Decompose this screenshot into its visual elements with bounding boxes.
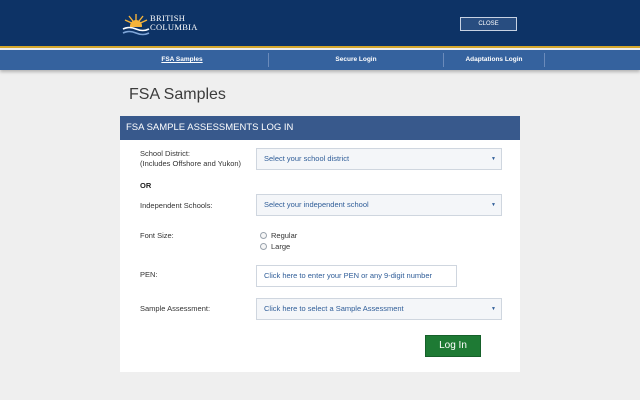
nav-item-secure-login[interactable]: Secure Login [269, 50, 443, 70]
font-size-label: Font Size: [140, 231, 174, 240]
sample-assessment-label: Sample Assessment: [140, 304, 211, 313]
font-size-regular-label: Regular [271, 231, 298, 240]
bc-logo: BRITISH COLUMBIA [122, 12, 206, 38]
font-size-regular-option[interactable]: Regular [260, 231, 297, 240]
school-district-label-line-2: (Includes Offshore and Yukon) [140, 159, 242, 168]
chevron-down-icon: ▼ [491, 156, 496, 162]
or-label: OR [140, 181, 152, 190]
font-size-large-option[interactable]: Large [260, 242, 290, 251]
logo-text: BRITISH COLUMBIA [150, 14, 198, 32]
independent-schools-label: Independent Schools: [140, 201, 213, 210]
independent-school-select-value: Select your independent school [264, 200, 369, 209]
nav-divider [544, 53, 545, 67]
top-header: BRITISH COLUMBIA CLOSE [0, 0, 640, 48]
chevron-down-icon: ▼ [491, 306, 496, 312]
panel-header: FSA SAMPLE ASSESSMENTS LOG IN [120, 116, 520, 140]
font-size-large-label: Large [271, 242, 291, 251]
nav-item-adaptations-login[interactable]: Adaptations Login [444, 50, 544, 70]
close-button[interactable]: CLOSE [460, 17, 517, 31]
pen-input[interactable]: Click here to enter your PEN or any 9-di… [256, 265, 457, 287]
pen-label: PEN: [140, 270, 158, 279]
school-district-label: School District: (Includes Offshore and … [140, 149, 241, 169]
login-panel: FSA SAMPLE ASSESSMENTS LOG IN School Dis… [120, 116, 520, 372]
school-district-select[interactable]: Select your school district ▼ [256, 148, 502, 170]
radio-button[interactable] [260, 232, 267, 239]
sample-assessment-select-value: Click here to select a Sample Assessment [264, 304, 404, 313]
log-in-button[interactable]: Log In [425, 335, 481, 357]
nav-bar: FSA Samples Secure Login Adaptations Log… [0, 50, 640, 70]
sun-wave-icon [122, 14, 150, 36]
pen-input-placeholder: Click here to enter your PEN or any 9-di… [264, 271, 432, 280]
radio-button[interactable] [260, 243, 267, 250]
logo-line-2: COLUMBIA [150, 22, 198, 32]
chevron-down-icon: ▼ [491, 202, 496, 208]
school-district-label-line-1: School District: [140, 149, 191, 158]
independent-school-select[interactable]: Select your independent school ▼ [256, 194, 502, 216]
page-title: FSA Samples [129, 86, 226, 103]
school-district-select-value: Select your school district [264, 154, 350, 163]
sample-assessment-select[interactable]: Click here to select a Sample Assessment… [256, 298, 502, 320]
nav-item-fsa-samples[interactable]: FSA Samples [96, 50, 268, 70]
